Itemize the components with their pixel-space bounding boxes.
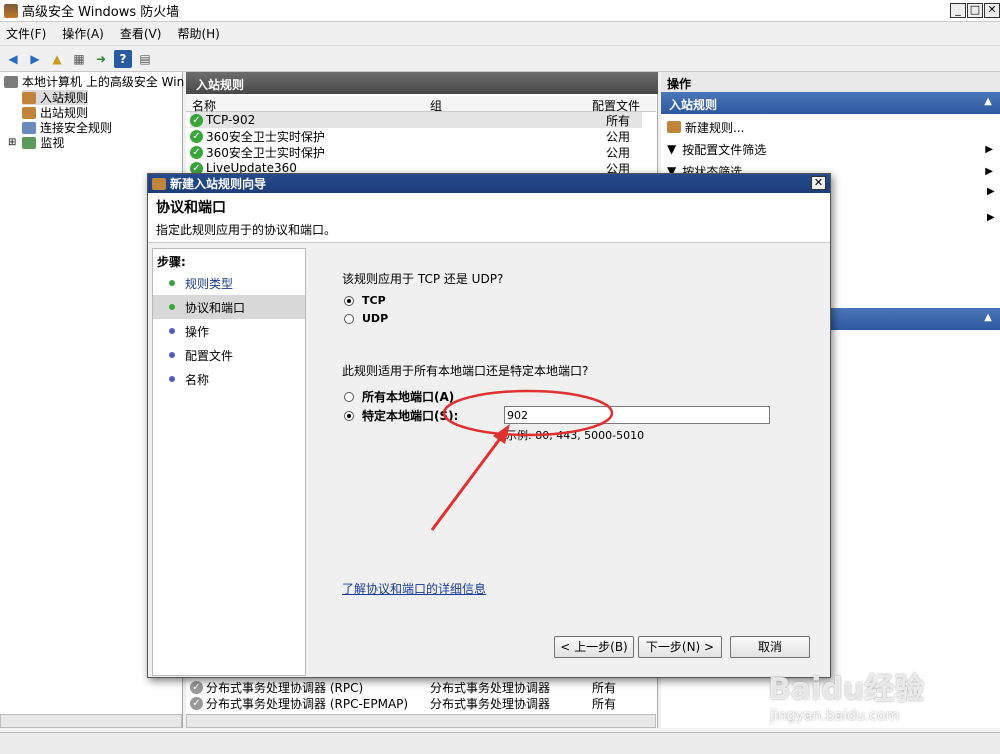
annotation-overlay xyxy=(430,389,614,531)
watermark-url: jingyan.baidu.com xyxy=(770,708,900,724)
watermark-brand: Baidu经验 xyxy=(768,672,925,707)
highlight-ellipse xyxy=(442,389,614,437)
annotation-arrow-line xyxy=(430,431,507,531)
